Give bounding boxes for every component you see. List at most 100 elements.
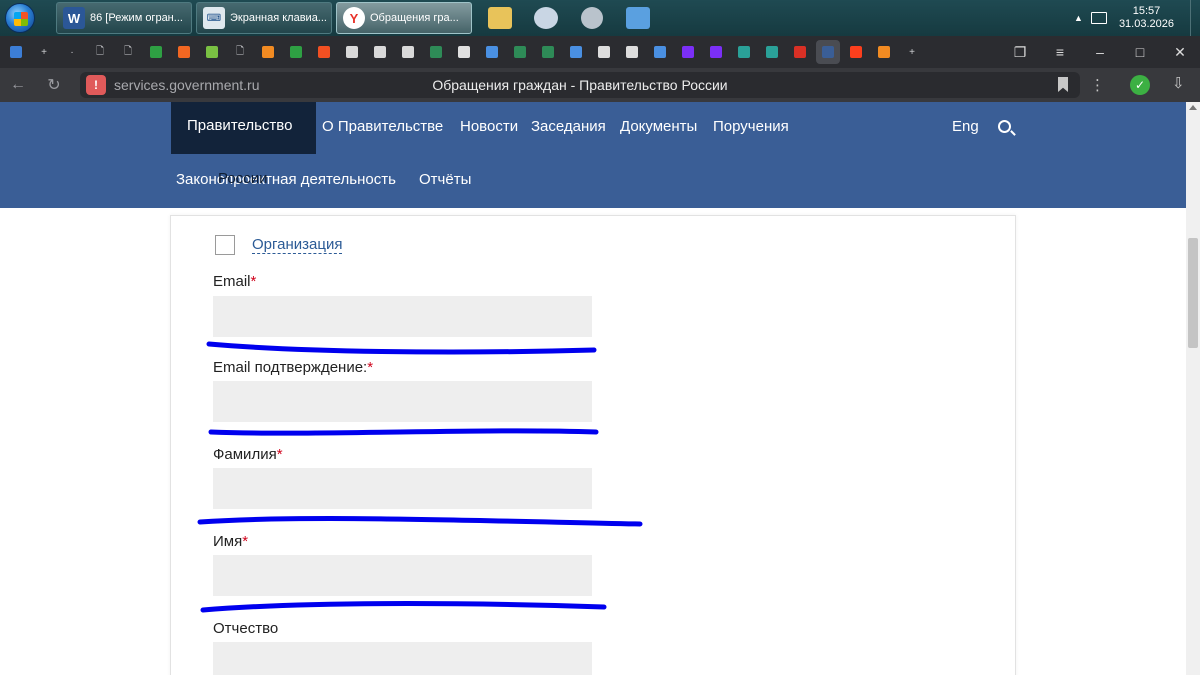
nav-documents[interactable]: Документы [620,118,697,135]
pdf-icon[interactable] [788,40,812,64]
site-logo-subtitle: России [218,170,268,187]
pinned-control-panel[interactable] [620,2,656,34]
site-logo-title[interactable]: Правительство [187,117,292,134]
document-icon[interactable]: 🗋 [88,40,112,64]
clock[interactable]: 15:57 31.03.2026 [1119,5,1174,31]
gs1-icon[interactable] [536,40,560,64]
nav-news[interactable]: Новости [460,118,518,135]
warning-icon[interactable]: ! [86,75,106,95]
tray-expand-icon[interactable]: ▲ [1074,13,1083,23]
start-button[interactable] [0,0,40,36]
document-icon[interactable]: 🗋 [228,40,252,64]
question-icon[interactable] [760,40,784,64]
scales-icon[interactable] [396,40,420,64]
barcode-icon[interactable] [452,40,476,64]
scales-icon[interactable] [368,40,392,64]
signal-icon[interactable] [480,40,504,64]
bookmark-icon[interactable] [1058,77,1068,92]
surname-field[interactable] [213,468,592,509]
email-field[interactable] [213,296,592,337]
plus-icon[interactable]: + [32,40,56,64]
signal-icon[interactable] [564,40,588,64]
browser-tab-strip: + · 🗋 🗋 🗋 + ❐ ≡ – □ ✕ [0,36,1200,68]
language-switch[interactable]: Eng [952,118,979,135]
target-icon[interactable] [592,40,616,64]
email-confirm-field[interactable] [213,381,592,422]
purple-ring-icon[interactable] [676,40,700,64]
gs1-icon[interactable] [508,40,532,64]
nav-meetings[interactable]: Заседания [531,118,606,135]
clock-date: 31.03.2026 [1118,18,1174,30]
pdf-icon-swatch [794,46,806,58]
patronymic-field[interactable] [213,642,592,675]
appeal-form-card [170,215,1016,675]
government-site-icon[interactable] [816,40,840,64]
close-button[interactable]: ✕ [1160,44,1200,61]
window-controls: ❐ ≡ – □ ✕ [1000,36,1200,68]
dot-icon[interactable]: · [60,40,84,64]
url-text: services.government.ru [114,77,260,93]
more-options-icon[interactable]: ⋮ [1090,76,1105,94]
maximize-button[interactable]: □ [1120,44,1160,60]
scrollbar-thumb[interactable] [1188,238,1198,348]
taskbar-task-word[interactable]: W 86 [Режим огран... [56,2,192,34]
orange-search-icon[interactable] [256,40,280,64]
blue-square-icon[interactable] [4,40,28,64]
barcode-icon-swatch [458,46,470,58]
orange-search-icon[interactable] [872,40,896,64]
pinned-settings[interactable] [574,2,610,34]
pinned-paint[interactable] [528,2,564,34]
gs1-icon-swatch [430,46,442,58]
show-desktop-button[interactable] [1190,0,1200,36]
document-icon[interactable]: 🗋 [116,40,140,64]
orange-square-icon[interactable] [312,40,336,64]
email-confirm-label: Email подтверждение:* [213,359,374,376]
first-name-field[interactable] [213,555,592,596]
purple-ring-icon[interactable] [704,40,728,64]
back-arrow-icon[interactable]: ← [0,76,36,94]
target-icon[interactable] [620,40,644,64]
organization-label[interactable]: Организация [252,236,343,254]
orange-square-icon[interactable] [172,40,196,64]
orange-search-icon-swatch [262,46,274,58]
green-square-icon[interactable] [144,40,168,64]
organization-checkbox[interactable] [215,235,235,255]
signal-icon-swatch [654,46,666,58]
address-bar[interactable]: ! services.government.ru Обращения гражд… [80,72,1080,98]
scales-icon-swatch [374,46,386,58]
pinned-file-explorer[interactable] [482,2,518,34]
reload-icon[interactable]: ↻ [36,75,72,95]
gs1-icon[interactable] [424,40,448,64]
protect-shield-icon[interactable]: ✓ [1130,75,1150,95]
green-square-icon-swatch [290,46,302,58]
question-icon-swatch [738,46,750,58]
nav-lawmaking[interactable]: Законопроектная деятельность [176,171,396,188]
nav-about-government[interactable]: О Правительстве [322,118,443,135]
nav-reports[interactable]: Отчёты [419,171,471,188]
green-square-icon[interactable] [284,40,308,64]
tabs-overview-icon[interactable]: ❐ [1000,44,1040,61]
network-icon[interactable] [1090,12,1107,24]
scroll-up-arrow-icon[interactable] [1189,105,1197,110]
taskbar-task-yandex-browser[interactable]: Y Обращения гра... [336,2,472,34]
gs1-icon-swatch [514,46,526,58]
new-tab-icon[interactable]: + [900,40,924,64]
taskbar-task-onscreen-keyboard[interactable]: ⌨ Экранная клавиа... [196,2,332,34]
browser-menu-icon[interactable]: ≡ [1040,44,1080,60]
question-icon[interactable] [732,40,756,64]
page-scrollbar[interactable] [1186,102,1200,675]
tab-items: + · 🗋 🗋 🗋 + [0,40,924,64]
task-label: 86 [Режим огран... [90,12,183,24]
nav-instructions[interactable]: Поручения [713,118,789,135]
scales-icon[interactable] [340,40,364,64]
windows-taskbar: W 86 [Режим огран... ⌨ Экранная клавиа..… [0,0,1200,36]
yandex-icon[interactable] [844,40,868,64]
scales-icon-swatch [402,46,414,58]
patronymic-label: Отчество [213,620,279,637]
search-icon[interactable] [998,120,1011,133]
green-badge-icon[interactable] [200,40,224,64]
file-explorer-icon [488,7,512,29]
signal-icon[interactable] [648,40,672,64]
minimize-button[interactable]: – [1080,44,1120,60]
download-icon[interactable]: ⇩ [1172,74,1185,92]
